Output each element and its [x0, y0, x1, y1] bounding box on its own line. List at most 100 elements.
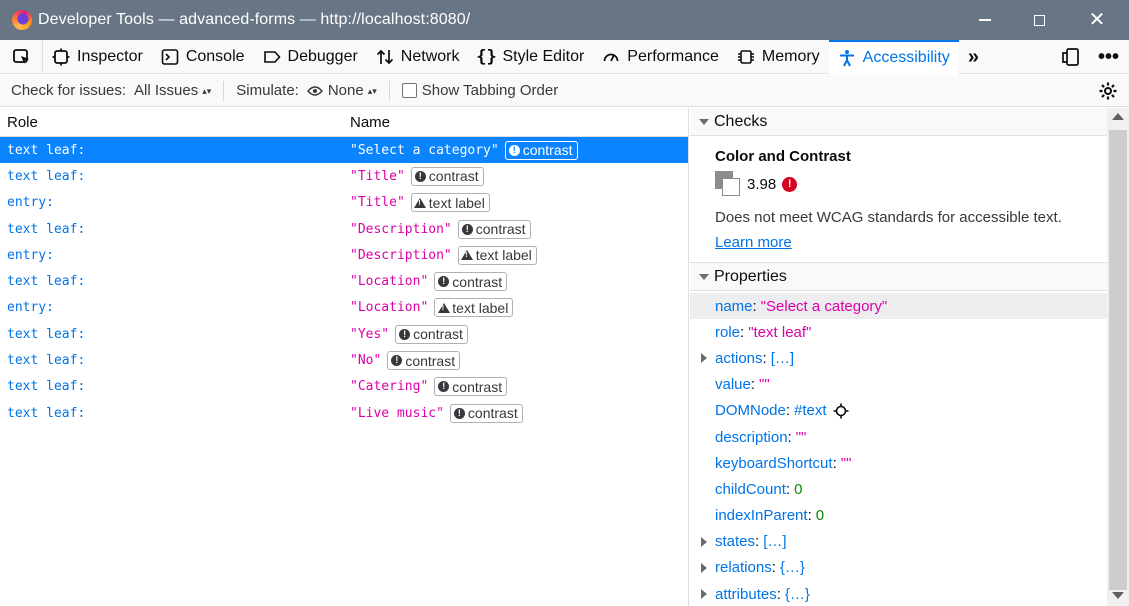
console-icon: [161, 48, 179, 66]
audit-badge[interactable]: text label: [410, 193, 490, 213]
property-colon: :: [752, 297, 757, 315]
expand-arrow-icon[interactable]: [701, 589, 707, 600]
row-role: text leaf:: [7, 142, 86, 158]
tree-rows: text leaf: "Select a category"! contrast te…: [0, 137, 688, 426]
audit-badge[interactable]: ! contrast: [434, 272, 508, 292]
toolbox-menu-button[interactable]: •••: [1090, 40, 1129, 74]
tree-row[interactable]: text leaf: "Select a category" ! contrast: [0, 137, 688, 164]
tab-console[interactable]: Console: [152, 40, 254, 74]
property-value: "text leaf": [748, 323, 812, 341]
tree-row[interactable]: text leaf: "Yes"! contrast: [0, 321, 688, 347]
select-node-target-icon[interactable]: [833, 403, 849, 419]
audit-badge[interactable]: text label: [434, 298, 514, 318]
more-options-icon: •••: [1097, 45, 1119, 68]
error-icon: !: [414, 170, 426, 182]
audit-badge[interactable]: ! contrast: [457, 219, 531, 239]
error-icon: !: [782, 176, 798, 192]
simulate-select[interactable]: None ▴▾: [306, 82, 377, 99]
checks-section-header[interactable]: Checks: [690, 108, 1107, 136]
tree-row[interactable]: text leaf: "No"! contrast: [0, 347, 688, 373]
tree-row[interactable]: text leaf: "Live music"! contrast: [0, 400, 688, 426]
tab-performance[interactable]: Performance: [593, 40, 728, 74]
tree-row[interactable]: text leaf: "Title"! contrast: [0, 163, 688, 189]
property-row[interactable]: childCount:0: [690, 476, 1107, 502]
property-value: {…}: [779, 559, 805, 577]
close-window-button[interactable]: ✕: [1070, 0, 1124, 40]
property-value: "Select a category": [760, 297, 888, 315]
property-colon: :: [771, 559, 776, 577]
element-picker-button[interactable]: [0, 40, 43, 74]
learn-more-link[interactable]: Learn more: [715, 234, 792, 251]
error-icon: !: [461, 223, 473, 235]
property-key: role: [715, 323, 741, 341]
property-row[interactable]: DOMNode: #text: [690, 398, 1107, 424]
property-key: DOMNode: [715, 402, 786, 420]
scroll-up-arrow-icon[interactable]: [1112, 113, 1124, 120]
audit-badge[interactable]: text label: [457, 245, 537, 265]
property-colon: :: [832, 454, 837, 472]
tree-row[interactable]: entry: "Title" text label: [0, 190, 688, 216]
property-row[interactable]: keyboardShortcut: "": [690, 450, 1107, 476]
property-row[interactable]: attributes: {…}: [690, 581, 1107, 606]
property-key: value: [715, 376, 751, 394]
responsive-design-button[interactable]: [1052, 40, 1090, 74]
tree-row[interactable]: entry: "Description" text label: [0, 242, 688, 268]
sidebar-scrollbar[interactable]: [1107, 108, 1129, 606]
checks-panel: Color and Contrast 3.98 ! Does not meet …: [690, 136, 1107, 263]
property-value: 0: [794, 480, 803, 498]
scroll-down-arrow-icon[interactable]: [1112, 592, 1124, 599]
row-name: "Title": [350, 195, 405, 211]
tabbar-spacer: [988, 40, 1052, 73]
tree-row[interactable]: text leaf: "Location"! contrast: [0, 268, 688, 294]
property-key: relations: [715, 559, 772, 577]
property-row[interactable]: value: "": [690, 372, 1107, 398]
tab-memory[interactable]: Memory: [728, 40, 829, 74]
settings-gear-icon[interactable]: [1098, 81, 1118, 101]
tab-network[interactable]: Network: [367, 40, 469, 74]
minimize-icon: [979, 19, 991, 21]
tab-inspector[interactable]: Inspector: [43, 40, 152, 74]
property-row[interactable]: role: "text leaf": [690, 319, 1107, 345]
row-name: "Description": [350, 221, 452, 237]
tab-accessibility[interactable]: Accessibility: [828, 40, 959, 74]
properties-section-header[interactable]: Properties: [690, 263, 1107, 291]
row-name: "Location": [350, 300, 429, 316]
more-tools-button[interactable]: »: [959, 40, 988, 74]
property-value: "": [759, 376, 770, 394]
error-icon: !: [391, 355, 403, 367]
expand-arrow-icon[interactable]: [701, 562, 707, 573]
property-row[interactable]: name: "Select a category": [690, 293, 1107, 320]
tab-inspector-label: Inspector: [77, 48, 143, 65]
property-row[interactable]: indexInParent:0: [690, 503, 1107, 529]
tab-style-editor[interactable]: {} Style Editor: [468, 40, 593, 74]
audit-badge[interactable]: ! contrast: [410, 166, 484, 186]
maximize-button[interactable]: [1012, 0, 1066, 40]
scrollbar-thumb[interactable]: [1109, 130, 1127, 590]
tree-row[interactable]: text leaf: "Catering"! contrast: [0, 374, 688, 400]
check-for-issues-label: Check for issues:: [11, 82, 127, 99]
minimize-button[interactable]: [958, 0, 1012, 40]
close-icon: ✕: [1088, 9, 1106, 31]
tab-debugger[interactable]: Debugger: [254, 40, 367, 74]
expand-arrow-icon[interactable]: [701, 536, 707, 547]
row-name: "Select a category": [350, 142, 499, 158]
tree-header: Role Name: [0, 108, 688, 137]
audit-badge[interactable]: ! contrast: [387, 351, 461, 371]
toolbar-separator: [388, 80, 390, 101]
property-row[interactable]: description: "": [690, 424, 1107, 450]
check-for-issues-select[interactable]: All Issues ▴▾: [134, 82, 211, 99]
show-tabbing-order-checkbox[interactable]: [401, 83, 417, 98]
property-row[interactable]: relations: {…}: [690, 555, 1107, 581]
property-row[interactable]: actions: […]: [690, 345, 1107, 371]
tree-row[interactable]: entry: "Location" text label: [0, 295, 688, 321]
expand-arrow-icon[interactable]: [701, 353, 707, 364]
tree-row[interactable]: text leaf: "Description"! contrast: [0, 216, 688, 242]
show-tabbing-order-label[interactable]: Show Tabbing Order: [422, 82, 558, 99]
audit-badge[interactable]: ! contrast: [395, 324, 468, 344]
property-row[interactable]: states: […]: [690, 529, 1107, 555]
row-role: text leaf:: [7, 274, 86, 290]
audit-badge[interactable]: ! contrast: [504, 140, 578, 160]
audit-badge[interactable]: ! contrast: [449, 403, 523, 423]
audit-badge[interactable]: ! contrast: [434, 377, 508, 397]
property-colon: :: [750, 376, 756, 394]
